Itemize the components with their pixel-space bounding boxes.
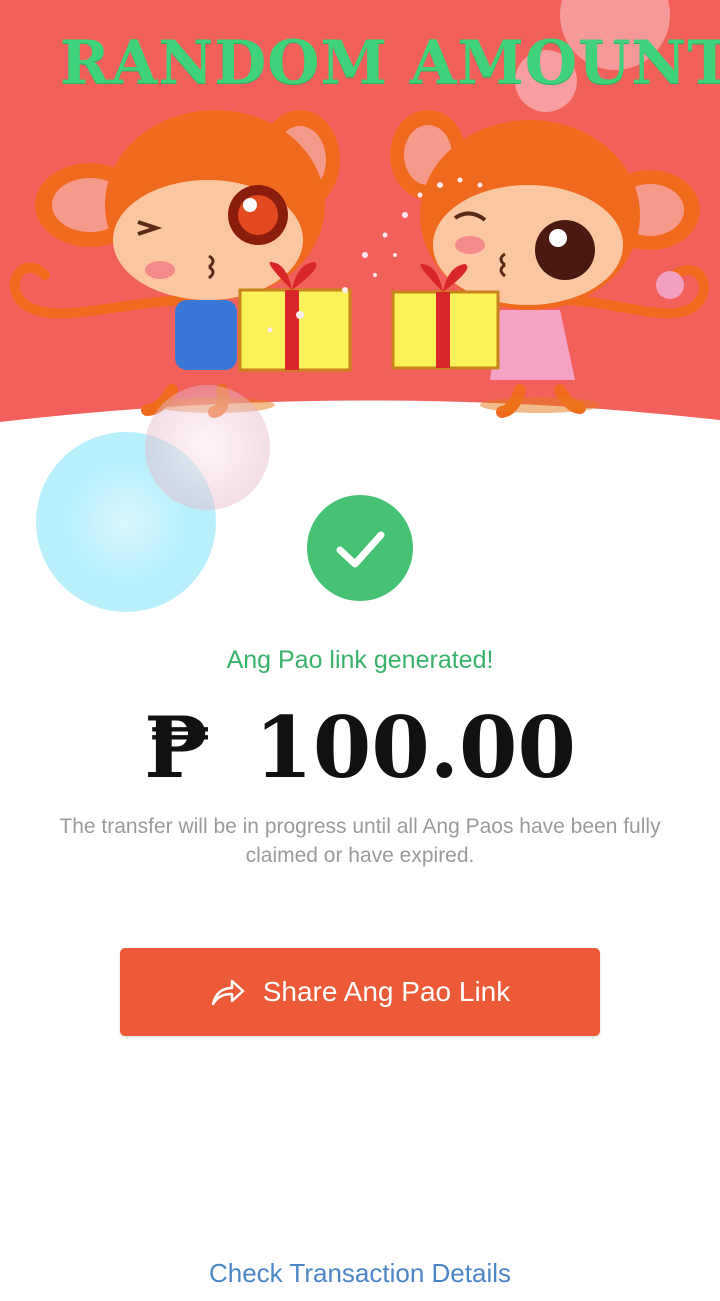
check-transaction-details-link[interactable]: Check Transaction Details [0,1258,720,1289]
share-arrow-icon [211,979,244,1006]
success-check-icon [307,495,413,601]
currency-symbol: ₱ [144,698,211,797]
checkmark-icon [336,531,385,568]
amount-value: 100.00 [254,698,576,797]
hero-banner: RANDOM AMOUNT [0,0,720,450]
share-ang-pao-link-button[interactable]: Share Ang Pao Link [120,948,600,1036]
decorative-bubble [145,385,270,510]
amount-display: ₱ 100.00 [0,700,720,796]
banner-title: RANDOM AMOUNT [60,28,720,98]
status-message: Ang Pao link generated! [226,646,494,674]
share-button-label: Share Ang Pao Link [262,976,511,1007]
transfer-description: The transfer will be in progress until a… [59,815,661,867]
